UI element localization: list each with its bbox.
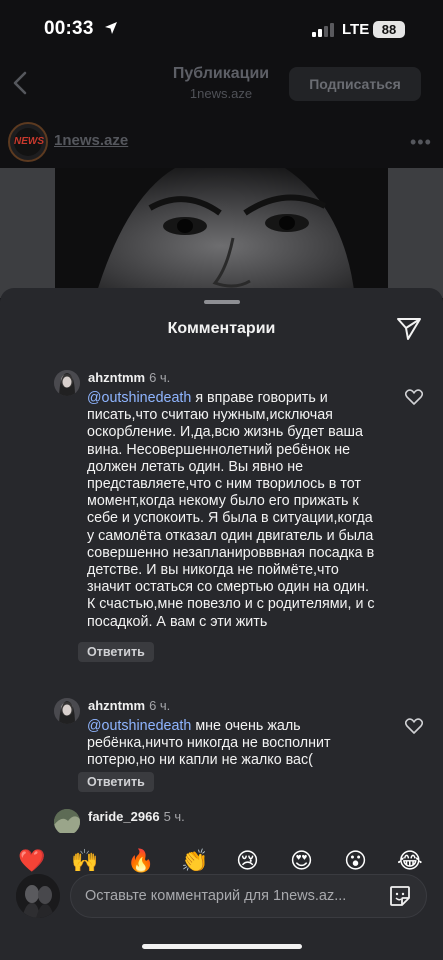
post-author-row: NEWS 1news.aze ••• bbox=[0, 118, 443, 166]
comment-input[interactable]: Оставьте комментарий для 1news.az... bbox=[70, 874, 427, 918]
comment-avatar[interactable] bbox=[54, 370, 80, 396]
status-bar: 00:33 LTE 88 bbox=[0, 0, 443, 60]
comment-text: @outshinedeath мне очень жаль ребёнка,ни… bbox=[87, 718, 377, 770]
more-options-icon[interactable]: ••• bbox=[410, 132, 432, 153]
comment-avatar[interactable] bbox=[54, 809, 80, 833]
author-username[interactable]: 1news.aze bbox=[54, 132, 128, 149]
emoji-raised-hands[interactable]: 🙌 bbox=[71, 848, 99, 873]
reply-button[interactable]: Ответить bbox=[78, 642, 154, 662]
emoji-heart[interactable]: ❤️ bbox=[18, 848, 46, 873]
comment-time: 5 ч. bbox=[163, 809, 185, 824]
back-arrow-icon[interactable] bbox=[12, 70, 28, 101]
comment-username[interactable]: ahzntmm 6 ч. bbox=[88, 698, 170, 713]
comment-item: faride_2966 5 ч. bbox=[0, 809, 443, 833]
comment-username[interactable]: ahzntmm 6 ч. bbox=[88, 370, 170, 385]
comment-item: ahzntmm 6 ч. @outshinedeath я вправе гово… bbox=[0, 370, 443, 670]
comment-mention[interactable]: @outshinedeath bbox=[87, 718, 191, 734]
page-subtitle: 1news.aze bbox=[189, 86, 253, 101]
emoji-heart-eyes[interactable]: 😍 bbox=[290, 848, 318, 873]
current-user-avatar[interactable] bbox=[16, 874, 60, 918]
author-avatar-logo: NEWS bbox=[14, 128, 44, 156]
comment-body: я вправе говорить и писать,что считаю ну… bbox=[87, 390, 375, 630]
reply-button[interactable]: Ответить bbox=[78, 772, 154, 792]
like-heart-icon[interactable] bbox=[404, 718, 424, 739]
comment-mention[interactable]: @outshinedeath bbox=[87, 390, 191, 406]
emoji-laughing[interactable]: 😂 bbox=[397, 848, 425, 873]
comment-time: 6 ч. bbox=[149, 698, 171, 713]
sheet-title: Комментарии bbox=[167, 320, 276, 337]
post-image bbox=[55, 168, 388, 298]
page-title: Публикации bbox=[172, 65, 270, 82]
signal-icon bbox=[312, 23, 336, 42]
like-heart-icon[interactable] bbox=[404, 389, 424, 410]
emoji-surprised[interactable]: 😮 bbox=[344, 848, 372, 873]
comment-avatar[interactable] bbox=[54, 698, 80, 724]
comment-item: ahzntmm 6 ч. @outshinedeath мне очень жал… bbox=[0, 698, 443, 798]
share-send-icon[interactable] bbox=[396, 316, 422, 347]
follow-button[interactable]: Подписаться bbox=[289, 67, 421, 101]
emoji-crying[interactable]: 😢 bbox=[236, 848, 264, 873]
home-indicator[interactable] bbox=[142, 944, 302, 949]
network-type: LTE bbox=[342, 21, 370, 38]
sheet-drag-handle[interactable] bbox=[204, 300, 240, 304]
status-time: 00:33 bbox=[44, 18, 94, 39]
battery-icon: 88 bbox=[373, 21, 405, 38]
comment-text: @outshinedeath я вправе говорить и писат… bbox=[87, 390, 377, 631]
location-arrow-icon bbox=[104, 21, 118, 40]
comments-sheet: Комментарии ahzntmm 6 ч. @outshinedeath я… bbox=[0, 288, 443, 960]
emoji-fire[interactable]: 🔥 bbox=[127, 848, 155, 873]
emoji-clap[interactable]: 👏 bbox=[181, 848, 209, 873]
comment-time: 6 ч. bbox=[149, 370, 171, 385]
sticker-icon[interactable] bbox=[388, 884, 412, 913]
header: Публикации 1news.aze Подписаться bbox=[0, 58, 443, 110]
author-avatar[interactable]: NEWS bbox=[8, 122, 48, 162]
comment-username[interactable]: faride_2966 5 ч. bbox=[88, 809, 185, 824]
